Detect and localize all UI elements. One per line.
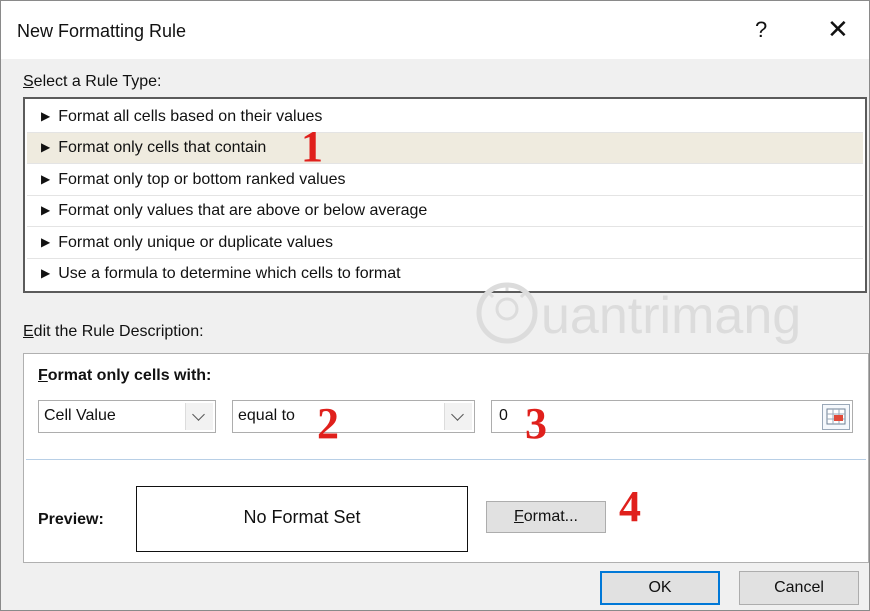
- heading-text: ormat only cells with:: [47, 367, 212, 384]
- annotation-2: 2: [317, 399, 339, 448]
- operator-dropdown[interactable]: equal to: [232, 400, 475, 433]
- expand-triangle-icon: ▶: [41, 109, 51, 123]
- rule-type-item-label: Format only cells that contain: [58, 139, 267, 156]
- edit-rule-description-text: dit the Rule Description:: [33, 323, 204, 340]
- expand-triangle-icon: ▶: [41, 172, 51, 186]
- format-button-mnemonic: F: [513, 508, 524, 525]
- select-rule-type-label-text: elect a Rule Type:: [33, 73, 162, 90]
- expand-triangle-icon: ▶: [41, 140, 51, 154]
- title-bar: New Formatting Rule ? ✕: [1, 1, 869, 59]
- preview-label: Preview:: [38, 511, 104, 528]
- dropdown-button[interactable]: [185, 403, 213, 430]
- dialog-title: New Formatting Rule: [17, 21, 187, 41]
- chevron-down-icon: [192, 408, 205, 421]
- cell-value-dropdown[interactable]: Cell Value: [38, 400, 216, 433]
- select-rule-type-label: Select a Rule Type:: [23, 73, 161, 91]
- annotation-1: 1: [301, 122, 323, 171]
- rule-type-item[interactable]: ▶ Format all cells based on their values: [27, 102, 863, 133]
- section-divider: [26, 459, 866, 460]
- rule-type-item-label: Format only unique or duplicate values: [58, 234, 334, 251]
- format-only-cells-with-heading: Format only cells with:: [38, 367, 211, 385]
- select-rule-type-label-mnemonic: S: [23, 73, 34, 90]
- rule-type-item[interactable]: ▶ Format only values that are above or be…: [27, 196, 863, 227]
- annotation-4: 4: [619, 482, 641, 531]
- format-button[interactable]: Format...: [486, 501, 606, 533]
- heading-mnemonic: F: [38, 367, 48, 384]
- operator-dropdown-value: equal to: [238, 407, 295, 424]
- preview-box: No Format Set: [136, 486, 468, 552]
- format-button-label: ormat...: [523, 508, 578, 525]
- rule-type-item-label: Format only values that are above or bel…: [58, 202, 428, 219]
- value-input-text: 0: [499, 407, 508, 424]
- cancel-button[interactable]: Cancel: [739, 571, 859, 605]
- rule-type-item[interactable]: ▶ Format only cells that contain: [27, 133, 863, 164]
- rule-type-item[interactable]: ▶ Format only top or bottom ranked values: [27, 165, 863, 196]
- preview-text: No Format Set: [243, 507, 361, 527]
- close-button[interactable]: ✕: [827, 14, 849, 45]
- rule-type-item-label: Format only top or bottom ranked values: [58, 171, 346, 188]
- cell-value-dropdown-value: Cell Value: [44, 407, 116, 424]
- help-button[interactable]: ?: [755, 17, 767, 43]
- rule-type-item-label: Use a formula to determine which cells t…: [58, 265, 401, 282]
- rule-type-item[interactable]: ▶ Format only unique or duplicate values: [27, 228, 863, 259]
- ok-button[interactable]: OK: [600, 571, 720, 605]
- dropdown-button[interactable]: [444, 403, 472, 430]
- expand-triangle-icon: ▶: [41, 203, 51, 217]
- annotation-3: 3: [525, 399, 547, 448]
- range-selector-icon: [826, 408, 846, 425]
- new-formatting-rule-dialog: New Formatting Rule ? ✕ Select a Rule Ty…: [0, 0, 870, 611]
- edit-rule-description-mnemonic: E: [23, 323, 34, 340]
- rule-description-panel: Format only cells with: Cell Value equal…: [23, 353, 869, 563]
- watermark-logo: uantrimang: [476, 282, 801, 345]
- rule-type-list[interactable]: ▶ Format all cells based on their values …: [23, 97, 867, 293]
- chevron-down-icon: [451, 408, 464, 421]
- watermark-text: uantrimang: [541, 287, 801, 345]
- rule-type-item-label: Format all cells based on their values: [58, 108, 323, 125]
- expand-triangle-icon: ▶: [41, 266, 51, 280]
- edit-rule-description-label: Edit the Rule Description:: [23, 323, 204, 341]
- expand-triangle-icon: ▶: [41, 235, 51, 249]
- range-selector-button[interactable]: [822, 404, 850, 430]
